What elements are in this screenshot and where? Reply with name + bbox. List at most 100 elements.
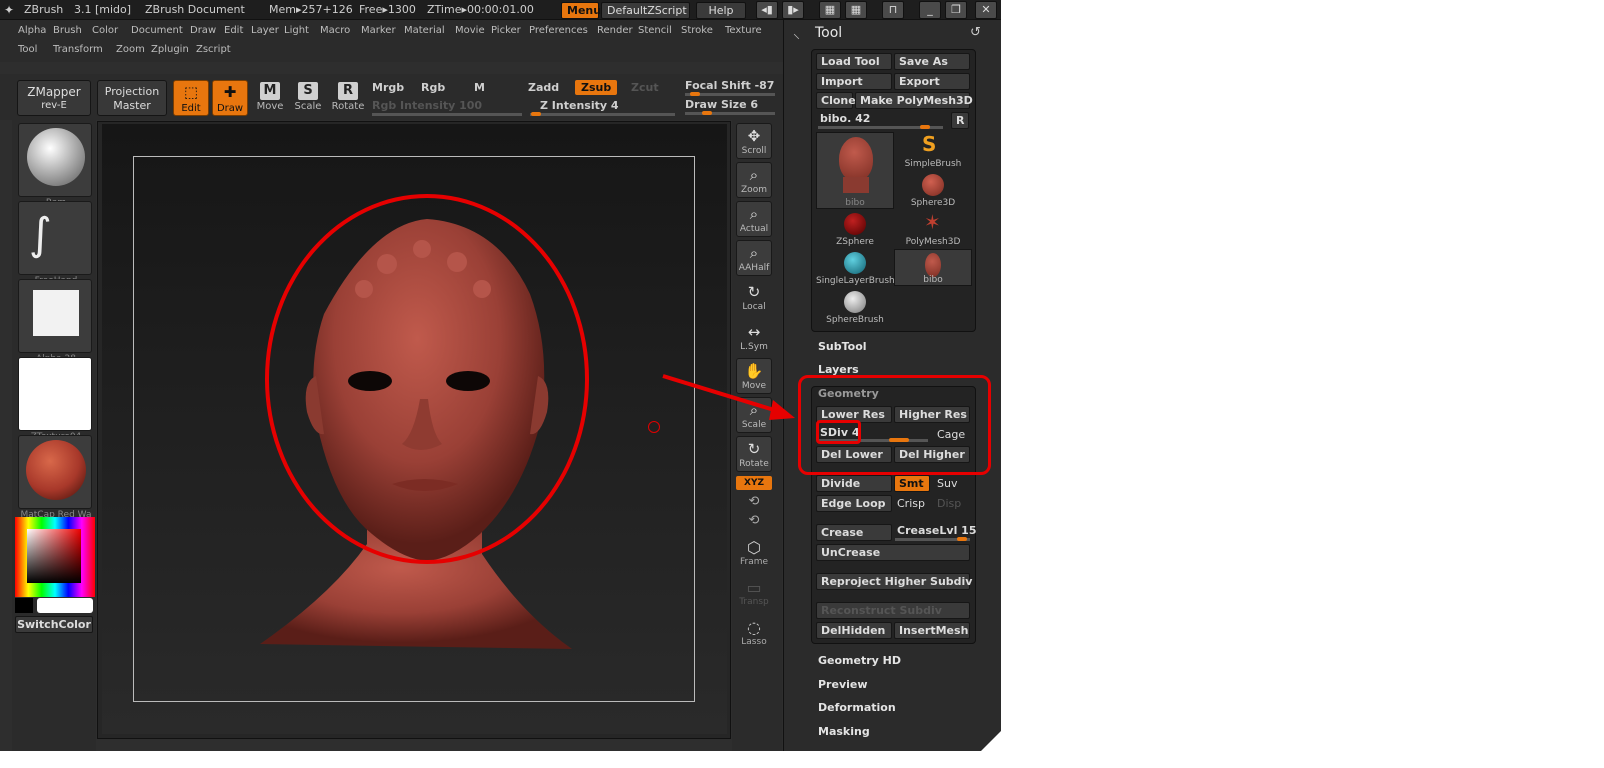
zmapper-button[interactable]: ZMapper rev-E [17, 80, 91, 116]
edge-loop-button[interactable]: Edge Loop [816, 495, 892, 512]
lock-icon[interactable]: ⊓ [882, 1, 904, 19]
local-button[interactable]: ↻ Local [736, 280, 772, 316]
scale-mode-button[interactable]: S Scale [290, 82, 326, 116]
menu-item-zplugin[interactable]: Zplugin [151, 44, 189, 55]
export-button[interactable]: Export [894, 73, 970, 90]
tool-thumb-simplebrush[interactable]: S SimpleBrush [894, 132, 972, 169]
sdiv-track[interactable] [818, 438, 928, 442]
help-button[interactable]: Help [696, 2, 746, 19]
m-toggle[interactable]: M [474, 81, 485, 94]
masking-section[interactable]: Masking [818, 725, 870, 738]
crease-button[interactable]: Crease [816, 524, 892, 541]
subtool-section[interactable]: SubTool [818, 340, 867, 353]
zadd-toggle[interactable]: Zadd [528, 81, 559, 94]
brush-picker[interactable]: Ram [18, 123, 92, 208]
frame-button[interactable]: ⬡ Frame [734, 538, 774, 567]
make-polymesh-button[interactable]: Make PolyMesh3D [855, 92, 973, 109]
transp-button[interactable]: ▭ Transp [734, 578, 774, 607]
zcut-toggle[interactable]: Zcut [631, 81, 659, 94]
menu-item-stencil[interactable]: Stencil [638, 25, 672, 36]
move-mode-button[interactable]: M Move [252, 82, 288, 116]
switch-color-button[interactable]: SwitchColor [15, 616, 93, 633]
lsym-button[interactable]: ↔ L.Sym [736, 320, 772, 356]
z-intensity-knob[interactable] [531, 112, 541, 116]
menu-item-color[interactable]: Color [92, 25, 118, 36]
main-color-swatch[interactable] [37, 598, 93, 613]
color-saturation-box[interactable] [27, 529, 81, 583]
disp-slider[interactable]: Disp [937, 497, 961, 510]
default-zscript-button[interactable]: DefaultZScript [601, 2, 690, 19]
tray-left-icon[interactable]: ◂▮ [756, 1, 778, 19]
current-tool-knob[interactable] [920, 125, 930, 129]
rgb-intensity-slider[interactable]: Rgb Intensity 100 [372, 99, 482, 112]
tool-thumb-polymesh3d[interactable]: ✶ PolyMesh3D [894, 210, 972, 247]
cage-button[interactable]: Cage [937, 428, 965, 441]
tray-right-icon[interactable]: ▮▸ [782, 1, 804, 19]
uncrease-button[interactable]: UnCrease [816, 544, 970, 561]
focal-shift-knob[interactable] [690, 92, 700, 96]
rotate-y-icon[interactable]: ⟲ [734, 494, 774, 509]
rotate-mode-button[interactable]: R Rotate [330, 82, 366, 116]
z-intensity-slider[interactable]: Z Intensity 4 [540, 99, 619, 112]
rotate-z-icon[interactable]: ⟲ [734, 513, 774, 528]
menu-item-alpha[interactable]: Alpha [18, 25, 46, 36]
menu-item-texture[interactable]: Texture [725, 25, 762, 36]
focal-shift-track[interactable] [685, 92, 775, 96]
stroke-picker[interactable]: ∫ FreeHand [18, 201, 92, 286]
minimize-icon[interactable]: _ [919, 1, 941, 19]
layout-alt-icon[interactable]: ▦ [845, 1, 867, 19]
sdiv-knob[interactable] [889, 438, 909, 442]
menus-button[interactable]: Menus [561, 2, 608, 19]
draw-size-slider[interactable]: Draw Size 6 [685, 98, 758, 111]
menu-item-edit[interactable]: Edit [224, 25, 243, 36]
suv-toggle[interactable]: Suv [937, 477, 957, 490]
sdiv-slider[interactable]: SDiv 4 [820, 426, 859, 439]
crease-level-track[interactable] [895, 537, 970, 541]
menu-item-document[interactable]: Document [131, 25, 183, 36]
aahalf-button[interactable]: ⌕ AAHalf [736, 240, 772, 276]
reconstruct-subdiv-button[interactable]: Reconstruct Subdiv [816, 602, 970, 619]
insert-mesh-button[interactable]: InsertMesh [894, 622, 970, 639]
import-button[interactable]: Import [816, 73, 892, 90]
reproject-higher-subdiv-button[interactable]: Reproject Higher Subdiv [816, 573, 972, 590]
menu-item-draw[interactable]: Draw [190, 25, 216, 36]
geometry-hd-section[interactable]: Geometry HD [818, 654, 901, 667]
scroll-button[interactable]: ✥ Scroll [736, 123, 772, 159]
deformation-section[interactable]: Deformation [818, 701, 896, 714]
draw-size-track[interactable] [685, 111, 775, 115]
document-canvas[interactable] [102, 124, 727, 734]
del-lower-button[interactable]: Del Lower [816, 446, 892, 463]
menu-item-marker[interactable]: Marker [361, 25, 396, 36]
tool-thumb-singlelayerbrush[interactable]: SingleLayerBrush [816, 249, 895, 286]
crease-level-knob[interactable] [957, 537, 967, 541]
tool-palette-grip-icon[interactable]: ⸜ [793, 24, 800, 43]
menu-item-macro[interactable]: Macro [320, 25, 350, 36]
lasso-button[interactable]: ◌ Lasso [734, 618, 774, 647]
tool-thumb-bibo-small[interactable]: bibo [894, 249, 972, 286]
crisp-toggle[interactable]: Crisp [897, 497, 925, 510]
close-icon[interactable]: ✕ [975, 1, 997, 19]
edit-mode-button[interactable]: ⬚ Edit [173, 80, 209, 116]
layout-icon[interactable]: ▦ [819, 1, 841, 19]
menu-item-picker[interactable]: Picker [491, 25, 521, 36]
menu-item-stroke[interactable]: Stroke [681, 25, 713, 36]
reset-icon[interactable]: ↺ [970, 25, 981, 40]
higher-res-button[interactable]: Higher Res [894, 406, 970, 423]
head-model[interactable] [102, 124, 727, 734]
maximize-icon[interactable]: ❐ [945, 1, 967, 19]
rotate-view-button[interactable]: ↻ Rotate [736, 436, 772, 472]
focal-shift-slider[interactable]: Focal Shift -87 [685, 79, 774, 92]
menu-item-tool[interactable]: Tool [18, 44, 37, 55]
menu-item-brush[interactable]: Brush [53, 25, 82, 36]
actual-button[interactable]: ⌕ Actual [736, 201, 772, 237]
texture-picker[interactable]: ZTexture04 [18, 357, 92, 442]
material-picker[interactable]: MatCap Red Wa [18, 435, 92, 520]
menu-item-material[interactable]: Material [404, 25, 445, 36]
tool-thumb-sphere3d[interactable]: Sphere3D [894, 171, 972, 208]
tool-thumb-zsphere[interactable]: ZSphere [816, 210, 894, 247]
secondary-color-swatch[interactable] [15, 598, 33, 613]
draw-size-knob[interactable] [702, 111, 712, 115]
current-tool-track[interactable] [818, 125, 943, 129]
menu-item-movie[interactable]: Movie [455, 25, 485, 36]
layers-section[interactable]: Layers [818, 363, 859, 376]
